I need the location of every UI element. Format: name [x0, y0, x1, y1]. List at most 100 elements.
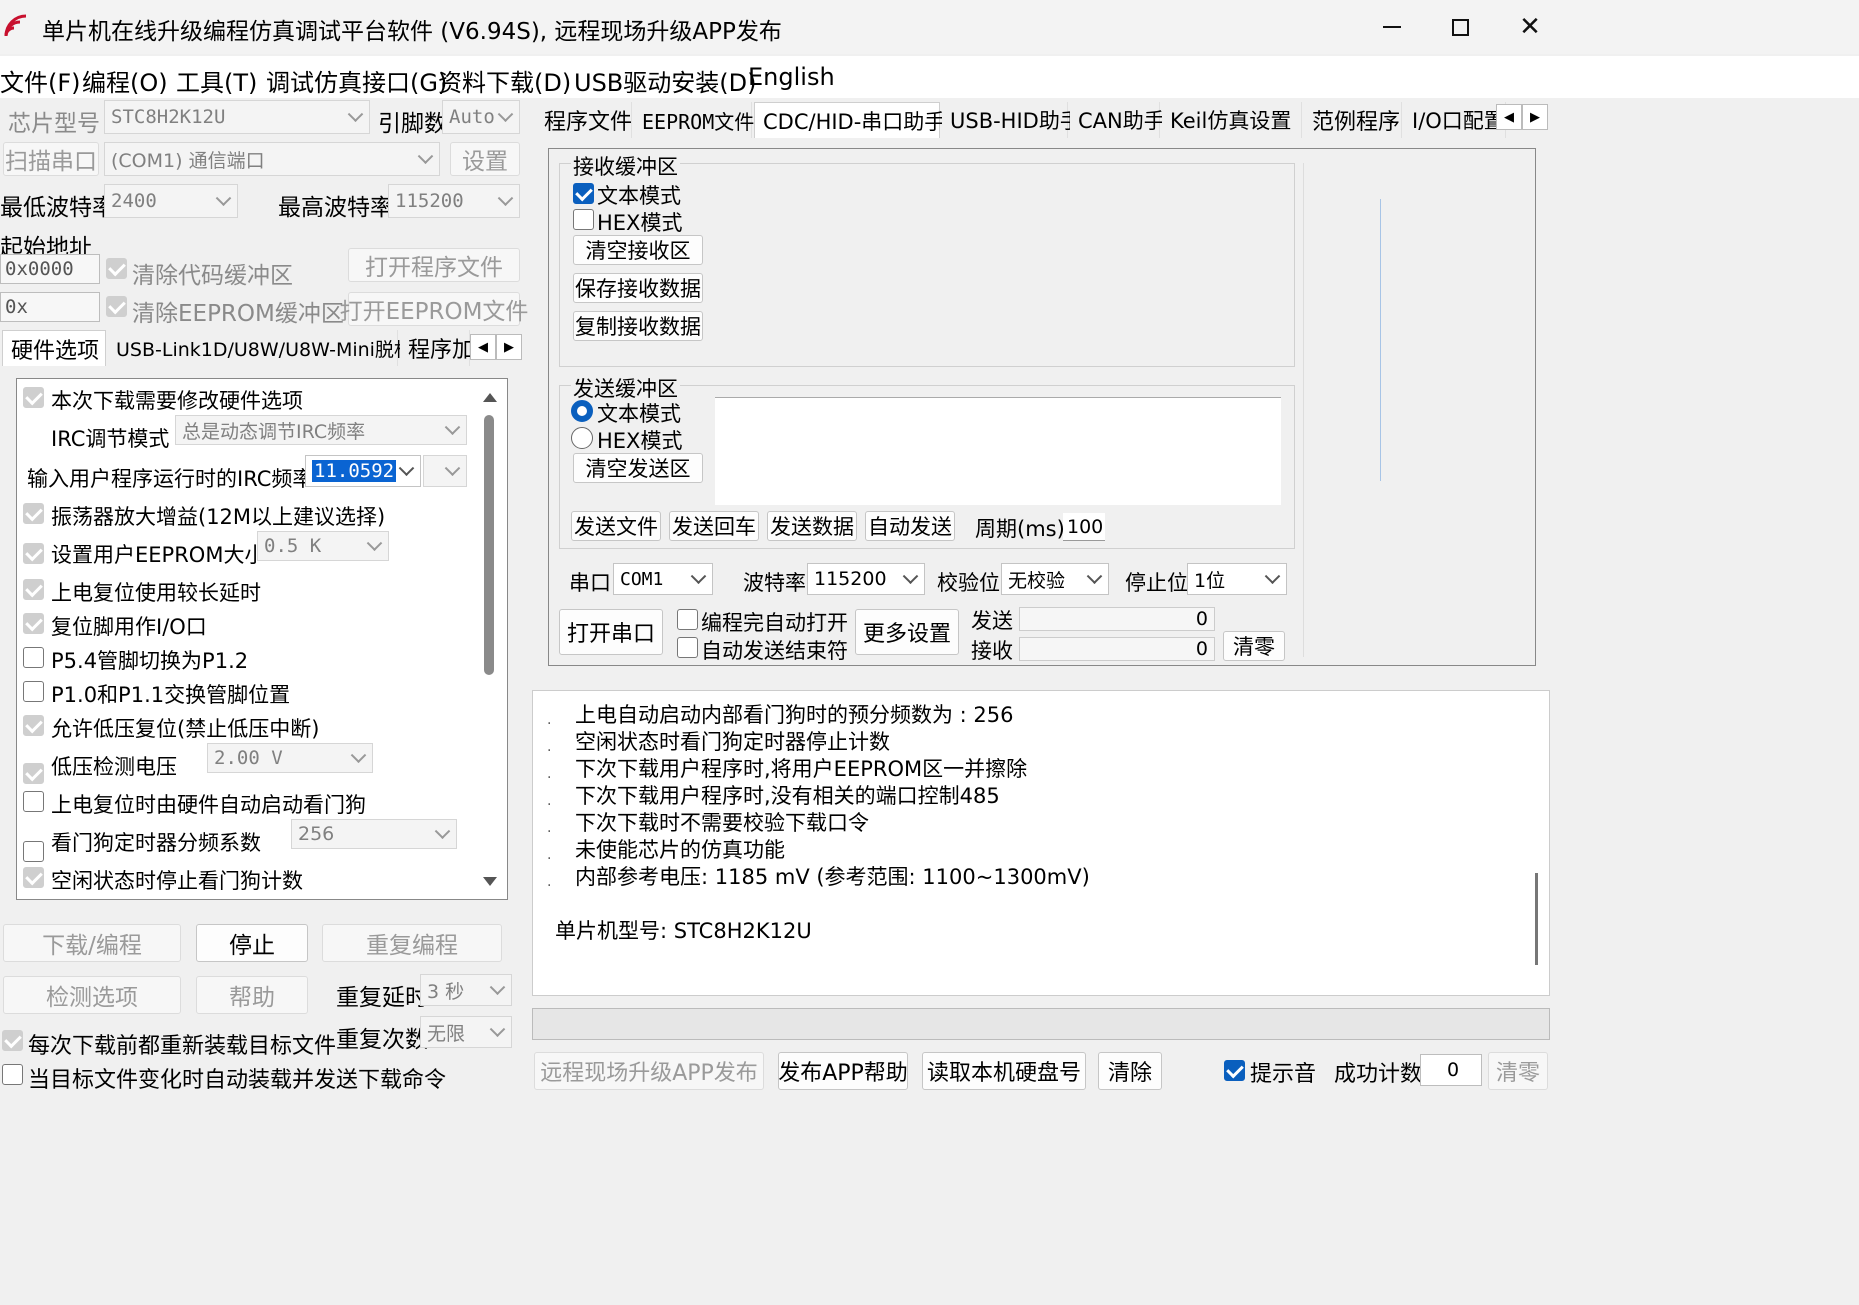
stop-bits-select[interactable]: 1位 — [1187, 563, 1287, 595]
tab-program-file[interactable]: 程序文件 — [536, 102, 632, 138]
port-select[interactable]: (COM1) 通信端口 — [104, 142, 440, 176]
auto-reload-checkbox[interactable] — [2, 1064, 23, 1085]
address-input-2[interactable]: 0x — [0, 292, 100, 322]
tab-program-encrypt[interactable]: 程序加 — [400, 330, 474, 366]
wdt-divider-checkbox[interactable] — [23, 841, 44, 862]
auto-send-button[interactable]: 自动发送 — [865, 511, 955, 541]
reload-each-checkbox[interactable] — [2, 1030, 23, 1051]
eeprom-size-checkbox[interactable] — [23, 543, 44, 564]
rx-text-mode-checkbox[interactable] — [573, 183, 594, 204]
parity-select[interactable]: 无校验 — [1001, 563, 1109, 595]
tab-examples[interactable]: 范例程序 — [1304, 102, 1402, 138]
tab-keil-sim[interactable]: Keil仿真设置 — [1162, 102, 1302, 138]
tx-text-mode-radio[interactable] — [571, 400, 593, 422]
log-output[interactable]: · · · · · · · 上电自动启动内部看门狗时的预分频数为 : 256 空闲状态时看门… — [532, 690, 1550, 996]
send-data-button[interactable]: 发送数据 — [767, 511, 857, 541]
save-receive-button[interactable]: 保存接收数据 — [573, 273, 703, 303]
osc-gain-checkbox[interactable] — [23, 503, 44, 524]
clear-receive-button[interactable]: 清空接收区 — [573, 235, 703, 265]
clear-code-checkbox[interactable] — [106, 258, 127, 279]
app-help-button[interactable]: 发布APP帮助 — [778, 1052, 908, 1090]
auto-open-checkbox[interactable] — [677, 609, 698, 630]
tab-io-config[interactable]: I/O口配置 — [1404, 102, 1506, 138]
baud-rate-select[interactable]: 115200 — [807, 563, 925, 595]
stop-button[interactable]: 停止 — [196, 924, 308, 962]
tab-usb-hid[interactable]: USB-HID助手 — [942, 102, 1081, 138]
maximize-button[interactable] — [1432, 8, 1488, 46]
long-delay-checkbox[interactable] — [23, 579, 44, 600]
p54-switch-checkbox[interactable] — [23, 647, 44, 668]
irc-freq-unit-select[interactable] — [423, 455, 467, 487]
wdt-idle-checkbox[interactable] — [23, 867, 44, 888]
menu-file[interactable]: 文件(F) — [0, 63, 81, 98]
menu-english[interactable]: English — [748, 63, 835, 91]
minimize-button[interactable] — [1364, 8, 1420, 46]
modify-options-checkbox[interactable] — [23, 387, 44, 408]
address-input-1[interactable]: 0x0000 — [0, 254, 100, 284]
period-input[interactable]: 100 — [1063, 513, 1105, 541]
eeprom-size-select[interactable]: 0.5 K — [257, 531, 389, 561]
tab-scroll-right-icon[interactable]: ▶ — [1522, 104, 1548, 130]
send-cr-button[interactable]: 发送回车 — [669, 511, 759, 541]
reset-success-button[interactable]: 清零 — [1488, 1052, 1548, 1090]
help-button[interactable]: 帮助 — [196, 976, 308, 1014]
port-settings-button[interactable]: 设置 — [450, 142, 520, 176]
wdt-auto-checkbox[interactable] — [23, 791, 44, 812]
scroll-thumb[interactable] — [484, 415, 494, 675]
min-baud-select[interactable]: 2400 — [104, 184, 238, 218]
clear-send-button[interactable]: 清空发送区 — [573, 453, 703, 483]
log-scrollbar-thumb[interactable] — [1535, 873, 1538, 965]
repeat-count-select[interactable]: 无限 — [420, 1016, 512, 1048]
receive-text-area[interactable] — [1303, 163, 1527, 657]
send-file-button[interactable]: 发送文件 — [571, 511, 661, 541]
tab-scroll-left-icon[interactable]: ◀ — [470, 334, 496, 360]
menu-tools[interactable]: 工具(T) — [176, 63, 257, 98]
scroll-up-icon[interactable] — [483, 393, 497, 402]
wdt-divider-select[interactable]: 256 — [291, 819, 457, 849]
tab-eeprom-file[interactable]: EEPROM文件 — [634, 102, 754, 138]
auto-end-checkbox[interactable] — [677, 637, 698, 658]
irc-mode-select[interactable]: 总是动态调节IRC频率 — [175, 415, 467, 445]
irc-freq-select[interactable]: 11.0592 — [305, 455, 421, 487]
copy-receive-button[interactable]: 复制接收数据 — [573, 311, 703, 341]
send-text-area[interactable] — [715, 397, 1281, 505]
close-button[interactable]: ✕ — [1502, 8, 1558, 46]
max-baud-select[interactable]: 115200 — [388, 184, 520, 218]
tx-hex-mode-radio[interactable] — [571, 427, 593, 449]
options-scrollbar[interactable] — [479, 385, 501, 893]
tab-usb-link[interactable]: USB-Link1D/U8W/U8W-Mini脱机 — [108, 330, 413, 366]
check-options-button[interactable]: 检测选项 — [3, 976, 181, 1014]
repeat-delay-select[interactable]: 3 秒 — [420, 974, 512, 1006]
lvd-checkbox[interactable] — [23, 763, 44, 784]
remote-upgrade-button[interactable]: 远程现场升级APP发布 — [534, 1052, 764, 1090]
menu-program[interactable]: 编程(O) — [82, 63, 168, 98]
scan-port-button[interactable]: 扫描串口 — [3, 142, 99, 176]
tab-scroll-right-icon[interactable]: ▶ — [496, 334, 522, 360]
download-program-button[interactable]: 下载/编程 — [3, 924, 181, 962]
tab-can[interactable]: CAN助手 — [1070, 102, 1165, 138]
menu-downloads[interactable]: 资料下载(D) — [438, 63, 571, 98]
menu-usb-driver[interactable]: USB驱动安装(D) — [574, 63, 756, 98]
tab-cdc-hid-serial[interactable]: CDC/HID-串口助手 — [754, 102, 945, 138]
open-program-file-button[interactable]: 打开程序文件 — [348, 248, 520, 282]
rx-hex-mode-checkbox[interactable] — [573, 209, 594, 230]
lvd-voltage-select[interactable]: 2.00 V — [207, 743, 373, 773]
open-eeprom-file-button[interactable]: 打开EEPROM文件 — [340, 292, 528, 326]
p10-swap-checkbox[interactable] — [23, 681, 44, 702]
read-disk-id-button[interactable]: 读取本机硬盘号 — [922, 1052, 1086, 1090]
clear-log-button[interactable]: 清除 — [1098, 1052, 1162, 1090]
open-serial-port-button[interactable]: 打开串口 — [559, 609, 663, 655]
clear-eeprom-checkbox[interactable] — [106, 296, 127, 317]
tab-hardware-options[interactable]: 硬件选项 — [2, 330, 106, 366]
reset-io-checkbox[interactable] — [23, 613, 44, 634]
menu-debug[interactable]: 调试仿真接口(G) — [266, 63, 447, 98]
beep-checkbox[interactable] — [1224, 1060, 1245, 1081]
pins-select[interactable]: Auto — [442, 100, 520, 134]
repeat-program-button[interactable]: 重复编程 — [322, 924, 502, 962]
more-settings-button[interactable]: 更多设置 — [855, 609, 959, 655]
scroll-down-icon[interactable] — [483, 877, 497, 886]
clear-counts-button[interactable]: 清零 — [1223, 631, 1285, 661]
serial-port-select[interactable]: COM1 — [613, 563, 713, 595]
tab-scroll-left-icon[interactable]: ◀ — [1496, 104, 1522, 130]
lvr-checkbox[interactable] — [23, 715, 44, 736]
